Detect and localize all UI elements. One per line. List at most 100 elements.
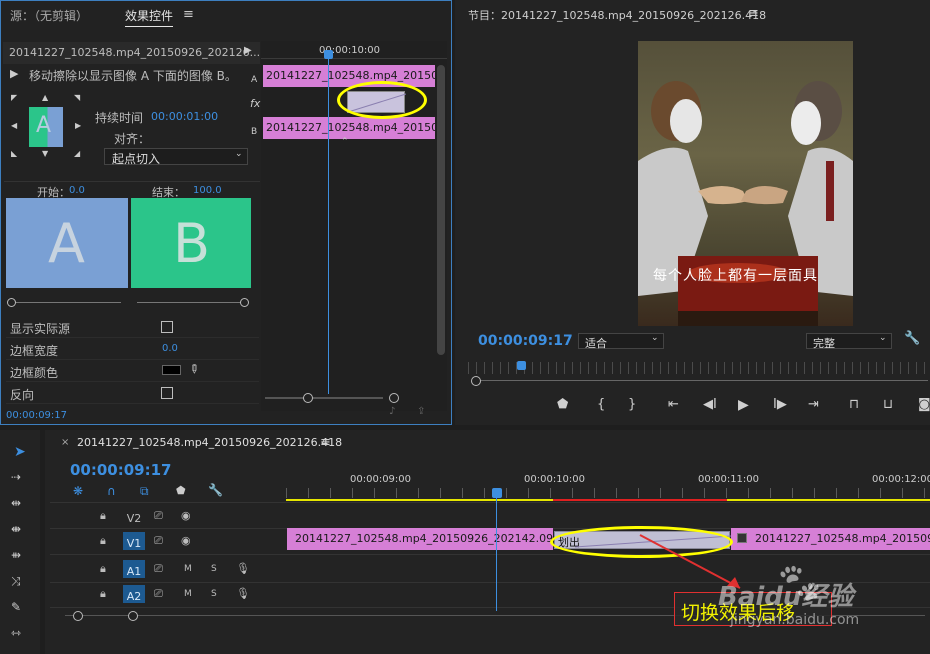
timeline-timecode[interactable]: 00:00:09:17 bbox=[70, 461, 172, 479]
rolling-edit-tool-icon[interactable]: ⇼ bbox=[11, 522, 21, 536]
timeline-settings-wrench-icon[interactable]: 🔧 bbox=[208, 483, 223, 497]
program-menu-icon[interactable]: ≡ bbox=[748, 6, 759, 21]
razor-tool-icon[interactable]: ⤨ bbox=[11, 574, 21, 589]
extract-icon[interactable]: ⊔ bbox=[883, 397, 893, 412]
close-icon[interactable]: × bbox=[61, 437, 69, 448]
fit-select[interactable]: 适合 ⌄ bbox=[578, 333, 664, 350]
microphone-icon[interactable]: 🎙︎ bbox=[236, 582, 250, 606]
mark-in-icon[interactable]: { bbox=[597, 397, 605, 412]
lock-icon[interactable]: 🔒︎ bbox=[100, 529, 106, 553]
arrow-s-icon[interactable]: ▼ bbox=[42, 149, 48, 158]
program-playhead-handle[interactable] bbox=[517, 361, 526, 370]
arrow-sw-icon[interactable]: ◣ bbox=[11, 149, 17, 158]
track-label-a2[interactable]: A2 bbox=[123, 585, 145, 603]
arrow-n-icon[interactable]: ▲ bbox=[42, 93, 48, 102]
eye-icon[interactable]: ◉ bbox=[181, 529, 191, 553]
slide-tool-icon[interactable]: ⇿ bbox=[11, 626, 21, 640]
lock-icon[interactable]: 🔒︎ bbox=[100, 557, 106, 581]
timeline-ruler[interactable]: 00:00:09:00 00:00:10:00 00:00:11:00 00:0… bbox=[286, 470, 930, 502]
track-label-v1[interactable]: V1 bbox=[123, 532, 145, 550]
solo-button[interactable]: S bbox=[211, 582, 217, 606]
timeline-playhead-handle[interactable] bbox=[492, 488, 502, 498]
program-zoom-bar[interactable] bbox=[468, 376, 928, 386]
timeline-playhead[interactable] bbox=[496, 496, 497, 611]
start-value[interactable]: 0.0 bbox=[69, 185, 85, 196]
start-slider[interactable] bbox=[7, 297, 123, 307]
end-slider[interactable] bbox=[135, 297, 251, 307]
export-icon[interactable]: ⇪ bbox=[417, 406, 425, 417]
track-label-a1[interactable]: A1 bbox=[123, 560, 145, 578]
show-actual-sources-checkbox[interactable] bbox=[161, 321, 173, 333]
border-width-value[interactable]: 0.0 bbox=[162, 343, 178, 354]
play-transition-icon[interactable]: ▶ bbox=[244, 45, 252, 56]
mini-vertical-scrollbar[interactable] bbox=[437, 65, 445, 355]
add-marker-icon[interactable]: ⬟ bbox=[176, 484, 186, 497]
step-back-icon[interactable]: ◀I bbox=[703, 397, 717, 412]
end-value[interactable]: 100.0 bbox=[193, 185, 222, 196]
track-select-tool-icon[interactable]: ⇢ bbox=[11, 470, 21, 484]
sync-lock-icon[interactable]: ⎚ bbox=[154, 529, 163, 553]
mini-clip-a[interactable]: 20141227_102548.mp4_20150926_ bbox=[263, 65, 435, 87]
mute-button[interactable]: M bbox=[184, 557, 192, 581]
quality-select[interactable]: 完整 ⌄ bbox=[806, 333, 892, 350]
mark-out-icon[interactable]: } bbox=[628, 397, 636, 412]
snap-icon[interactable]: ∩ bbox=[107, 484, 116, 498]
arrow-e-icon[interactable]: ▶ bbox=[75, 121, 81, 130]
rate-stretch-tool-icon[interactable]: ⇻ bbox=[11, 548, 21, 562]
arrow-se-icon[interactable]: ◢ bbox=[74, 149, 80, 158]
go-to-in-icon[interactable]: ⇤ bbox=[668, 397, 679, 412]
nest-icon[interactable]: ❋ bbox=[73, 484, 83, 498]
eyedropper-icon[interactable]: ✎ bbox=[186, 360, 203, 377]
track-label-v2[interactable]: V2 bbox=[123, 507, 145, 525]
arrow-ne-icon[interactable]: ◥ bbox=[74, 93, 80, 102]
microphone-icon[interactable]: 🎙︎ bbox=[236, 557, 250, 581]
border-color-swatch[interactable] bbox=[162, 365, 181, 375]
lift-icon[interactable]: ⊓ bbox=[849, 397, 859, 412]
duration-value[interactable]: 00:00:01:00 bbox=[151, 110, 218, 123]
mini-playhead[interactable] bbox=[328, 54, 329, 394]
play-preview-icon[interactable]: ▶ bbox=[10, 67, 18, 80]
mini-clip-b[interactable]: 20141227_102548.mp4_20150926_ bbox=[263, 117, 435, 139]
direction-selector[interactable]: ◤ ▲ ◥ ◀ ▶ ◣ ▼ ◢ A bbox=[11, 93, 81, 161]
selection-tool-icon[interactable]: ➤ bbox=[14, 444, 26, 460]
ripple-edit-tool-icon[interactable]: ⇹ bbox=[11, 496, 21, 510]
sequence-menu-icon[interactable]: ≡ bbox=[320, 435, 331, 450]
panel-menu-icon[interactable]: ≡ bbox=[183, 7, 194, 22]
mute-button[interactable]: M bbox=[184, 582, 192, 606]
align-select[interactable]: 起点切入 ⌄ bbox=[104, 148, 248, 166]
audio-toggle-icon[interactable]: ♪ bbox=[389, 406, 395, 417]
clip-name: 20141227_102548.mp4_20150926_202126.... bbox=[9, 46, 264, 59]
arrow-w-icon[interactable]: ◀ bbox=[11, 121, 17, 130]
tab-source[interactable]: 源：（无剪辑） bbox=[10, 7, 88, 24]
arrow-nw-icon[interactable]: ◤ bbox=[11, 93, 17, 102]
go-to-out-icon[interactable]: ⇥ bbox=[808, 397, 819, 412]
reverse-row: 反向 bbox=[6, 382, 259, 404]
end-slider-handle[interactable] bbox=[240, 298, 249, 307]
eye-icon[interactable]: ◉ bbox=[181, 504, 191, 528]
program-timecode[interactable]: 00:00:09:17 bbox=[478, 333, 573, 349]
mini-horizontal-scrollbar[interactable] bbox=[265, 393, 399, 403]
add-marker-icon[interactable]: ⬟ bbox=[557, 397, 568, 412]
program-ruler[interactable] bbox=[468, 362, 928, 374]
sync-lock-icon[interactable]: ⎚ bbox=[154, 557, 163, 581]
mini-playhead-handle[interactable] bbox=[324, 50, 333, 59]
lock-icon[interactable]: 🔒︎ bbox=[100, 504, 106, 528]
v1-clip-left[interactable]: 20141227_102548.mp4_20150926_202142.095.… bbox=[287, 528, 553, 550]
wrench-icon[interactable]: 🔧 bbox=[904, 331, 920, 346]
slip-tool-icon[interactable]: ✎ bbox=[11, 600, 21, 614]
sync-lock-icon[interactable]: ⎚ bbox=[154, 504, 163, 528]
effect-description: 移动擦除以显示图像 A 下面的图像 B。 bbox=[29, 69, 237, 83]
sync-lock-icon[interactable]: ⎚ bbox=[154, 582, 163, 606]
step-forward-icon[interactable]: I▶ bbox=[773, 397, 787, 412]
reverse-checkbox[interactable] bbox=[161, 387, 173, 399]
play-icon[interactable]: ▶ bbox=[738, 397, 749, 413]
start-slider-handle[interactable] bbox=[7, 298, 16, 307]
sequence-tab[interactable]: 20141227_102548.mp4_20150926_202126.418 bbox=[77, 436, 342, 449]
ec-timecode[interactable]: 00:00:09:17 bbox=[6, 410, 67, 421]
tab-effect-controls[interactable]: 效果控件 bbox=[125, 7, 174, 27]
solo-button[interactable]: S bbox=[211, 557, 217, 581]
linked-selection-icon[interactable]: ⧉ bbox=[140, 484, 149, 499]
lock-icon[interactable]: 🔒︎ bbox=[100, 582, 106, 606]
ruler-tick-label: 00:00:12:00 bbox=[872, 474, 930, 485]
export-frame-icon[interactable]: ◙ bbox=[918, 397, 930, 412]
